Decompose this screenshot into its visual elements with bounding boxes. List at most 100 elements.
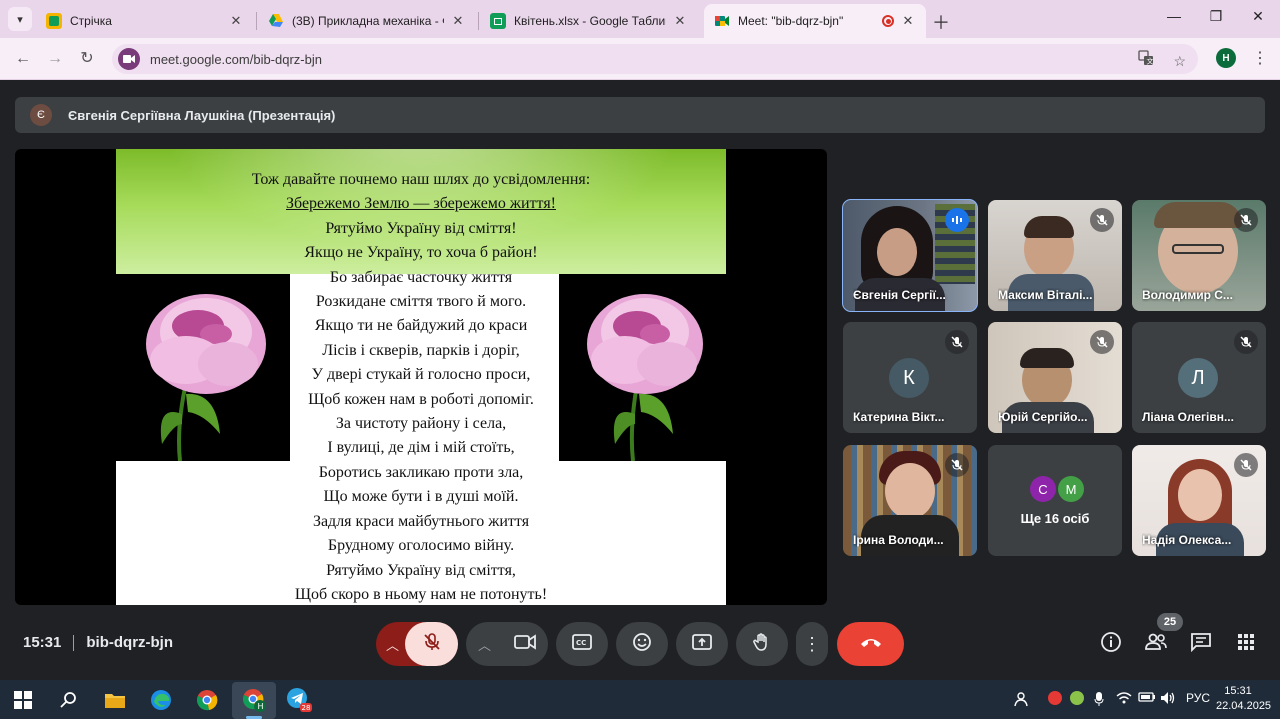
mic-off-icon (1090, 208, 1114, 232)
edge-icon[interactable] (148, 687, 174, 713)
close-icon[interactable]: ✕ (450, 13, 466, 29)
drive-icon (268, 13, 284, 29)
leave-call-button[interactable] (837, 622, 904, 666)
wifi-icon[interactable] (1116, 691, 1132, 708)
tray-app-icon-2[interactable] (1070, 691, 1084, 708)
tab-sheets[interactable]: Квітень.xlsx - Google Таблиці ✕ (480, 4, 698, 38)
browser-tab-strip: ▾ Стрічка ✕ (3В) Прикладна механіка - ФМ… (0, 0, 1280, 38)
mic-off-icon (1234, 330, 1258, 354)
clock-time: 15:31 (1224, 685, 1252, 697)
restore-icon[interactable]: ❐ (1206, 8, 1226, 25)
participant-tile[interactable]: Надія Олекса... (1132, 445, 1266, 556)
tab-title: (3В) Прикладна механіка - ФМ (292, 14, 444, 28)
participant-tile[interactable]: Володимир С... (1132, 200, 1266, 311)
participant-tile[interactable]: Л Ліана Олегівн... (1132, 322, 1266, 433)
tab-meet[interactable]: Meet: "bib-dqrz-bjn" ✕ (704, 4, 926, 38)
more-participants-label: Ще 16 осіб (1020, 511, 1090, 526)
participant-name: Катерина Вікт... (853, 410, 945, 424)
participant-name: Ірина Володи... (853, 533, 944, 547)
mic-off-icon (945, 330, 969, 354)
search-icon[interactable] (56, 687, 82, 713)
site-camera-icon[interactable] (118, 48, 140, 70)
clock-date: 22.04.2025 (1216, 700, 1272, 712)
new-tab-button[interactable]: ＋ (932, 9, 950, 35)
slide-line: Рятуймо Україну від сміття! (325, 219, 517, 237)
recording-icon (882, 15, 894, 27)
meeting-details-button[interactable] (1099, 631, 1123, 656)
meeting-time: 15:31 (23, 634, 62, 651)
participant-name: Ліана Олегівн... (1142, 410, 1234, 424)
presentation-stage[interactable]: Тож давайте почнемо наш шлях до усвідомл… (15, 149, 827, 605)
hand-icon (752, 632, 772, 657)
url-text[interactable]: meet.google.com/bib-dqrz-bjn (150, 52, 322, 67)
tab-divider (478, 12, 479, 30)
close-icon[interactable]: ✕ (900, 13, 916, 29)
chrome-icon[interactable] (194, 687, 220, 713)
slide-line: За чистоту району і села, (335, 415, 507, 433)
slide-line: Лісів і скверів, парків і доріг, (322, 341, 520, 359)
back-icon[interactable]: ← (12, 48, 34, 70)
chrome-profile-icon[interactable]: H (241, 687, 267, 713)
microphone-toggle-button[interactable] (405, 622, 458, 666)
tab-drive[interactable]: (3В) Прикладна механіка - ФМ ✕ (258, 4, 476, 38)
people-button[interactable] (1144, 632, 1168, 656)
participant-tile[interactable]: Юрій Сергійо... (988, 322, 1122, 433)
participant-initial-avatar: М (1058, 476, 1084, 502)
participant-tile[interactable]: Євгенія Сергії... (842, 199, 978, 312)
microphone-tray-icon[interactable] (1094, 691, 1104, 710)
participant-name: Євгенія Сергії... (853, 288, 946, 302)
more-participants-tile[interactable]: С М Ще 16 осіб (988, 445, 1122, 556)
participant-initial-avatar: К (889, 358, 929, 398)
chat-button[interactable] (1189, 632, 1213, 656)
mic-off-icon (945, 453, 969, 477)
present-screen-button[interactable] (676, 622, 728, 666)
mic-off-icon (1090, 330, 1114, 354)
camera-control-group: ︿ (466, 622, 548, 666)
windows-start-icon[interactable] (10, 687, 36, 713)
minimize-icon[interactable]: — (1164, 8, 1184, 24)
bookmark-star-icon[interactable]: ☆ (1173, 53, 1186, 69)
tab-divider (256, 12, 257, 30)
browser-toolbar: ← → ↻ meet.google.com/bib-dqrz-bjn 文 ☆ H… (0, 38, 1280, 80)
profile-avatar[interactable]: H (1216, 48, 1236, 68)
slide-line: Задля краси майбутнього життя (312, 512, 530, 530)
volume-icon[interactable] (1160, 691, 1176, 708)
divider (73, 634, 75, 651)
system-clock[interactable]: 15:31 22.04.2025 (1216, 684, 1272, 714)
reload-icon[interactable]: ↻ (76, 48, 98, 70)
window-close-icon[interactable]: ✕ (1248, 8, 1268, 25)
chrome-menu-icon[interactable]: ⋮ (1252, 48, 1268, 68)
video-options-chevron-icon[interactable]: ︿ (478, 635, 500, 654)
close-icon[interactable]: ✕ (672, 13, 688, 29)
input-language[interactable]: РУС (1186, 691, 1210, 705)
captions-button[interactable]: CC (556, 622, 608, 666)
file-explorer-icon[interactable] (102, 687, 128, 713)
address-bar[interactable]: meet.google.com/bib-dqrz-bjn 文 ☆ (112, 44, 1198, 74)
camera-button[interactable] (514, 633, 536, 655)
more-options-button[interactable]: ⋮ (796, 622, 828, 666)
slide-line: Щоб скоро в ньому нам не потонуть! (294, 585, 548, 603)
raise-hand-button[interactable] (736, 622, 788, 666)
participant-tile[interactable]: К Катерина Вікт... (843, 322, 977, 433)
tab-title: Стрічка (70, 14, 112, 28)
person-icon[interactable] (1014, 691, 1028, 710)
participant-name: Юрій Сергійо... (998, 410, 1088, 424)
battery-icon[interactable] (1138, 691, 1156, 706)
activities-button[interactable] (1234, 632, 1258, 656)
translate-icon[interactable]: 文 (1137, 50, 1158, 69)
windows-taskbar: H 28 РУС 15:31 22.04.2025 (0, 680, 1280, 719)
tab-stream[interactable]: Стрічка ✕ (36, 4, 254, 38)
tray-app-icon-1[interactable] (1048, 691, 1062, 708)
forward-icon[interactable]: → (44, 48, 66, 70)
participant-tile[interactable]: Ірина Володи... (843, 445, 977, 556)
audio-options-chevron-icon[interactable]: ︿ (386, 635, 405, 654)
tab-search-button[interactable]: ▾ (8, 7, 32, 31)
telegram-icon[interactable]: 28 (286, 687, 312, 713)
slide-line: Боротись закликаю проти зла, (318, 463, 524, 481)
close-icon[interactable]: ✕ (228, 13, 244, 29)
slide-line: Якщо ти не байдужий до краси (314, 317, 528, 335)
svg-text:H: H (258, 702, 264, 711)
participant-tile[interactable]: Максим Віталі... (988, 200, 1122, 311)
reactions-button[interactable] (616, 622, 668, 666)
slide-line: Бо забирає часточку життя (329, 268, 513, 286)
